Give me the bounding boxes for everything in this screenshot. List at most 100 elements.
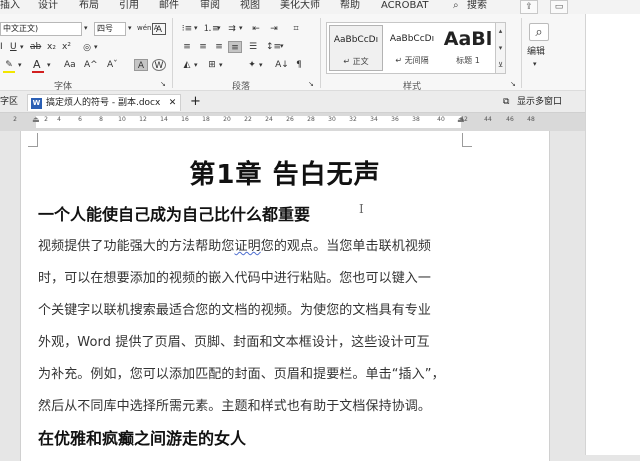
chevron-down-icon[interactable]: ▾ bbox=[239, 22, 243, 35]
superscript-button[interactable]: x² bbox=[62, 41, 71, 54]
chevron-down-icon[interactable]: ▾ bbox=[217, 22, 221, 35]
tab-review[interactable]: 审阅 bbox=[200, 0, 220, 12]
style-name: 标题 1 bbox=[456, 56, 480, 65]
ruler-tick: 20 bbox=[223, 116, 231, 123]
numbering-icon[interactable]: ⒈≡ bbox=[203, 23, 220, 35]
chevron-down-icon[interactable]: ▾ bbox=[194, 22, 198, 35]
new-tab-button[interactable]: + bbox=[190, 94, 201, 111]
ruler-tick: 8 bbox=[99, 116, 103, 123]
show-marks-icon[interactable]: ¶ bbox=[292, 59, 306, 71]
doc-tab-active[interactable]: W 搞定烦人的符号 - 副本.docx ✕ bbox=[27, 94, 182, 111]
paragraph-line: 时，可以在想要添加的视频的嵌入代码中进行粘贴。您也可以键入一 bbox=[38, 271, 432, 286]
strikethrough-button[interactable]: ab bbox=[30, 41, 41, 54]
gallery-expand-icon[interactable]: ⊻ bbox=[496, 57, 505, 74]
search-icon[interactable]: ⌕ bbox=[453, 0, 459, 12]
increase-indent-icon[interactable]: ⇥ bbox=[267, 23, 281, 35]
multi-window-icon[interactable]: ⧉ bbox=[503, 94, 509, 111]
chapter-heading: 第1章 告白无声 bbox=[189, 160, 381, 190]
chevron-down-icon[interactable]: ▾ bbox=[128, 22, 132, 35]
subscript-button[interactable]: x₂ bbox=[47, 41, 56, 54]
comment-icon[interactable]: ▭ bbox=[550, 0, 568, 14]
align-left-icon[interactable]: ≡ bbox=[180, 41, 194, 53]
style-normal[interactable]: AaBbCcDı ↵ 正文 bbox=[329, 25, 383, 71]
ruler-tick: 4 bbox=[57, 116, 61, 123]
borders-icon[interactable]: ⊞ bbox=[205, 59, 219, 71]
ruler-tick: 48 bbox=[527, 116, 535, 123]
align-center-icon[interactable]: ≡ bbox=[196, 41, 210, 53]
spellcheck-flag[interactable]: 证明 bbox=[235, 239, 261, 254]
chevron-down-icon[interactable]: ▾ bbox=[47, 59, 51, 72]
italic-button[interactable]: I bbox=[0, 41, 3, 54]
char-border-button[interactable]: A bbox=[152, 23, 166, 35]
sort-icon[interactable]: A↓ bbox=[275, 59, 289, 71]
line-spacing-icon[interactable]: ↕≡ bbox=[266, 41, 281, 53]
distribute-icon[interactable]: ☰ bbox=[246, 41, 260, 53]
horizontal-ruler[interactable]: ⏏ ⏏ 2 2 4 6 8 10 12 14 16 18 20 22 24 26… bbox=[0, 113, 585, 131]
tab-acrobat[interactable]: ACROBAT bbox=[381, 0, 429, 12]
ruler-tick: 2 bbox=[13, 116, 17, 123]
tab-design[interactable]: 设计 bbox=[38, 0, 58, 12]
share-icon[interactable]: ⇪ bbox=[520, 0, 538, 14]
tab-help[interactable]: 帮助 bbox=[340, 0, 360, 12]
section-heading: 在优雅和疯癫之间游走的女人 bbox=[38, 429, 247, 448]
chevron-down-icon[interactable]: ▾ bbox=[18, 59, 22, 72]
indent-marker[interactable]: ⏏ bbox=[32, 115, 40, 124]
crop-mark bbox=[462, 133, 472, 147]
enclose-char-button[interactable]: W bbox=[152, 59, 166, 71]
chevron-down-icon[interactable]: ▾ bbox=[280, 40, 284, 53]
paragraph-line: 然后从不同库中选择所需元素。主题和样式也有助于文档保持协调。 bbox=[38, 399, 432, 414]
ruler-tick: 22 bbox=[244, 116, 252, 123]
multilevel-list-icon[interactable]: ⇉ bbox=[225, 23, 239, 35]
chevron-down-icon[interactable]: ▾ bbox=[194, 59, 198, 72]
tab-layout[interactable]: 布局 bbox=[79, 0, 99, 12]
asian-typography-icon[interactable]: ✦ bbox=[245, 59, 259, 71]
chevron-down-icon[interactable]: ▾ bbox=[94, 41, 98, 54]
tab-references[interactable]: 引用 bbox=[119, 0, 139, 12]
justify-icon[interactable]: ≡ bbox=[228, 41, 242, 53]
tab-beautify[interactable]: 美化大师 bbox=[280, 0, 320, 12]
tab-view[interactable]: 视图 bbox=[240, 0, 260, 12]
paragraph-line: 为补充。例如，您可以添加匹配的封面、页眉和提要栏。单击“插入”， bbox=[38, 367, 445, 382]
shading-icon[interactable]: ◭ bbox=[180, 59, 194, 71]
chinese-layout-icon[interactable]: ⌗ bbox=[289, 23, 303, 35]
underline-button[interactable]: U bbox=[10, 41, 17, 54]
group-divider bbox=[320, 18, 321, 88]
chevron-down-icon[interactable]: ▾ bbox=[219, 59, 223, 72]
style-name: ↵ 正文 bbox=[343, 57, 369, 66]
dialog-launcher-icon[interactable]: ↘ bbox=[308, 78, 314, 91]
char-shading-button[interactable]: A bbox=[134, 59, 148, 71]
shrink-font-button[interactable]: Aˇ bbox=[107, 59, 118, 72]
font-color-button[interactable]: A bbox=[33, 58, 41, 71]
chevron-down-icon[interactable]: ▾ bbox=[20, 41, 24, 54]
style-no-spacing[interactable]: AaBbCcDı ↵ 无间隔 bbox=[385, 25, 439, 71]
change-case-button[interactable]: Aa bbox=[64, 59, 76, 72]
text-effect-icon[interactable]: ◎ bbox=[80, 42, 94, 54]
document-page[interactable]: 第1章 告白无声 一个人能使自己成为自己比什么都重要 I 视频提供了功能强大的方… bbox=[20, 131, 550, 461]
find-icon[interactable]: ⌕ bbox=[529, 23, 549, 41]
chevron-down-icon[interactable]: ▾ bbox=[533, 58, 537, 71]
dialog-launcher-icon[interactable]: ↘ bbox=[160, 78, 166, 91]
font-name-field[interactable]: 中文正文) bbox=[0, 22, 82, 36]
chevron-down-icon[interactable]: ▾ bbox=[259, 59, 263, 72]
ribbon: 中文正文) ▾ 四号 ▾ wén A A I U ▾ ab x₂ x² ◎ ▾ … bbox=[0, 14, 585, 92]
align-right-icon[interactable]: ≡ bbox=[212, 41, 226, 53]
chevron-down-icon[interactable]: ▾ bbox=[84, 22, 88, 35]
style-heading-1[interactable]: AaBl 标题 1 bbox=[441, 25, 495, 71]
decrease-indent-icon[interactable]: ⇤ bbox=[249, 23, 263, 35]
multi-window-button[interactable]: 显示多窗口 bbox=[517, 94, 562, 111]
chevron-up-icon[interactable]: ▴ bbox=[496, 23, 505, 40]
tab-search[interactable]: 搜索 bbox=[467, 0, 487, 12]
chevron-down-icon[interactable]: ▾ bbox=[496, 40, 505, 57]
highlight-icon[interactable]: ✎ bbox=[2, 59, 16, 71]
bullets-icon[interactable]: ⁝≡ bbox=[180, 23, 194, 35]
gallery-scroll[interactable]: ▴ ▾ ⊻ bbox=[496, 22, 506, 74]
doc-tab-previous[interactable]: 字区 bbox=[0, 94, 18, 111]
font-size-field[interactable]: 四号 bbox=[94, 22, 126, 36]
dialog-launcher-icon[interactable]: ↘ bbox=[510, 78, 516, 91]
close-icon[interactable]: ✕ bbox=[169, 95, 177, 111]
grow-font-button[interactable]: A^ bbox=[84, 59, 98, 72]
ruler-tick: 24 bbox=[265, 116, 273, 123]
tab-mailings[interactable]: 邮件 bbox=[159, 0, 179, 12]
tab-insert[interactable]: 插入 bbox=[0, 0, 20, 12]
ruler-tick: 38 bbox=[412, 116, 420, 123]
